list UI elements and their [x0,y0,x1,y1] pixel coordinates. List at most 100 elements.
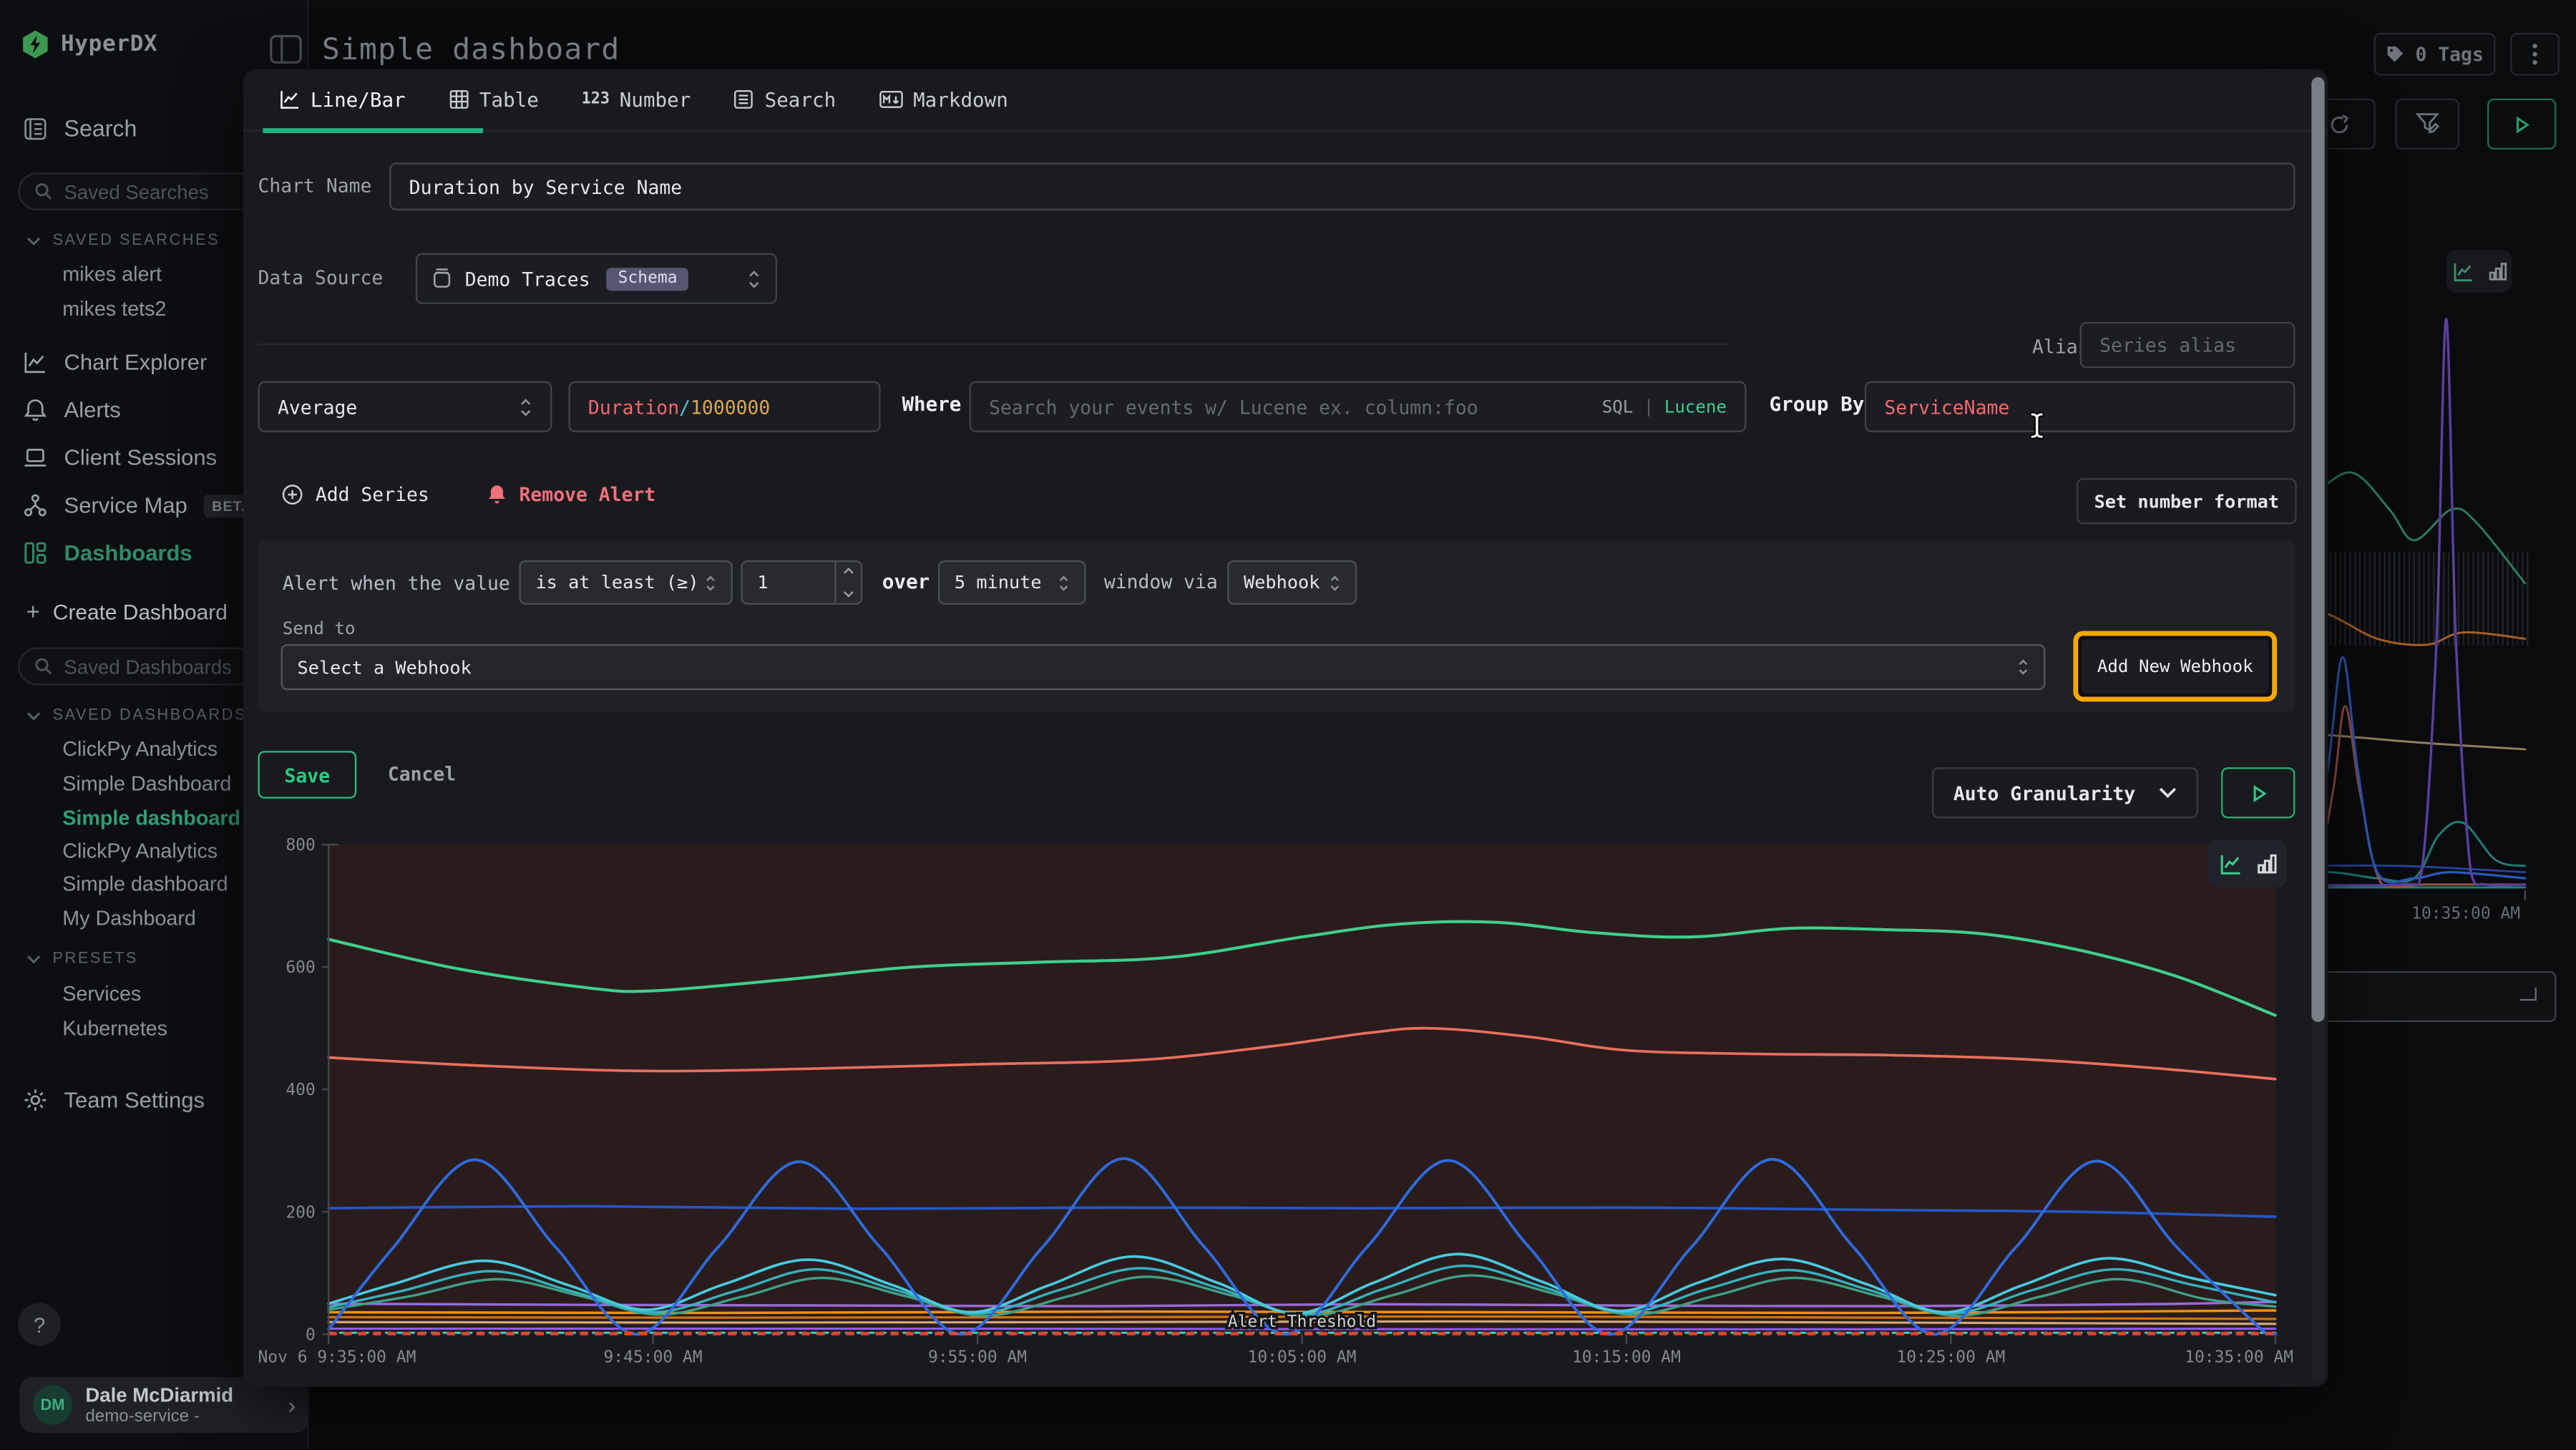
chart-editor-modal: Line/Bar Table 123 Number Search Markdow… [243,69,2328,1386]
saved-searches-placeholder: Saved Searches [64,180,209,203]
logo[interactable]: HyperDX [21,29,158,59]
run-query-button[interactable] [2487,99,2556,150]
tab-line-bar[interactable]: Line/Bar [279,88,405,111]
alias-input[interactable]: Series alias [2080,322,2296,368]
sidebar-item-label: Search [64,115,137,142]
sidebar-item-team-settings[interactable]: Team Settings [23,1088,205,1112]
sidebar-item-chart-explorer[interactable]: Chart Explorer [23,350,207,374]
play-icon [2512,115,2532,135]
preview-run-button[interactable] [2221,767,2295,818]
svg-text:Nov 6 9:35:00 AM: Nov 6 9:35:00 AM [258,1348,416,1366]
saved-searches-header[interactable]: SAVED SEARCHES [26,232,220,250]
cancel-button[interactable]: Cancel [388,762,456,785]
sidebar-item-client-sessions[interactable]: Client Sessions [23,445,217,469]
background-chart-dense-band [2330,552,2529,646]
chevron-down-icon [26,954,42,964]
where-search-input[interactable]: Search your events w/ Lucene ex. column:… [970,381,1747,432]
sidebar-item-dashboards[interactable]: Dashboards [23,540,192,565]
svg-text:9:45:00 AM: 9:45:00 AM [604,1348,703,1366]
svg-text:10:05:00 AM: 10:05:00 AM [1248,1348,1357,1366]
filter-button[interactable] [2395,99,2459,150]
laptop-icon [23,445,47,469]
over-label: over [882,570,930,593]
dashboard-item[interactable]: My Dashboard [62,907,196,930]
svg-text:Alert Threshold: Alert Threshold [1228,1313,1376,1331]
set-number-format-button[interactable]: Set number format [2077,478,2297,524]
tab-markdown[interactable]: Markdown [879,88,1008,111]
saved-search-item[interactable]: mikes alert [62,263,162,286]
preset-item[interactable]: Kubernetes [62,1017,167,1040]
database-icon [432,268,452,289]
select-chevrons-icon [705,573,716,593]
webhook-select[interactable]: Select a Webhook [281,644,2046,690]
alert-operator-select[interactable]: is at least (≥) [519,560,733,605]
create-dashboard-button[interactable]: + Create Dashboard [26,598,228,625]
dashboard-item[interactable]: ClickPy Analytics [62,738,218,761]
group-by-label: Group By [1770,393,1865,416]
resize-handle[interactable] [2520,988,2537,1001]
select-chevrons-icon [2017,657,2029,677]
tab-number[interactable]: 123 Number [582,88,691,111]
modal-scrollbar[interactable] [2311,74,2324,1382]
aggregation-function-select[interactable]: Average [258,381,552,432]
sidebar-item-search[interactable]: Search [23,115,137,142]
kebab-menu-button[interactable] [2510,33,2560,76]
divider [258,344,1728,345]
svg-text:10:15:00 AM: 10:15:00 AM [1572,1348,1681,1366]
svg-text:0: 0 [306,1325,316,1344]
dashboard-item[interactable]: ClickPy Analytics [62,840,218,862]
user-name: Dale McDiarmid [85,1384,233,1406]
alert-channel-select[interactable]: Webhook [1227,560,1357,605]
chart-name-input[interactable]: Duration by Service Name [389,162,2295,210]
save-button[interactable]: Save [258,751,356,799]
sidebar-item-alerts[interactable]: Alerts [23,398,121,422]
avatar: DM [33,1385,72,1424]
sidebar-collapse-button[interactable] [268,31,304,68]
tab-search[interactable]: Search [733,88,836,111]
modal-scrollbar-thumb[interactable] [2311,77,2324,1022]
bar-chart-icon [2488,261,2506,281]
preset-item[interactable]: Services [62,983,141,1006]
saved-dashboards-header[interactable]: SAVED DASHBOARDS [26,706,247,724]
svg-text:200: 200 [286,1203,315,1222]
help-button[interactable]: ? [18,1303,61,1346]
query-language-toggle[interactable]: SQL | Lucene [1602,396,1727,417]
line-chart-icon [279,89,301,110]
add-series-button[interactable]: Add Series [281,483,429,506]
alert-prefix-label: Alert when the value [283,572,510,595]
add-new-webhook-highlight: Add New Webhook [2073,631,2277,702]
add-new-webhook-button[interactable]: Add New Webhook [2082,639,2269,694]
tags-button[interactable]: 0 Tags [2374,33,2496,76]
line-chart-icon [2219,852,2242,875]
chart-explorer-icon [23,350,47,374]
gear-icon [23,1088,47,1112]
dashboard-item[interactable]: Simple dashboard [62,872,228,895]
alert-threshold-input[interactable]: 1 [741,560,862,605]
saved-search-item[interactable]: mikes tets2 [62,298,166,321]
sidebar-item-service-map[interactable]: Service Map BETA [23,493,260,517]
presets-header[interactable]: PRESETS [26,950,138,968]
active-tab-underline [263,128,483,132]
alert-window-select[interactable]: 5 minute [938,560,1086,605]
svg-text:600: 600 [286,958,315,977]
dashboard-item[interactable]: Simple Dashboard [62,772,231,795]
remove-alert-button[interactable]: Remove Alert [487,483,656,506]
dashboard-item-active[interactable]: Simple dashboard [62,807,240,829]
select-chevrons-icon [1329,573,1340,593]
granularity-select[interactable]: Auto Granularity [1932,767,2198,818]
page-title: Simple dashboard [322,33,620,67]
data-source-select[interactable]: Demo Traces Schema [416,253,777,304]
schema-badge: Schema [607,267,689,290]
plus-icon: + [26,598,40,625]
tag-icon [2386,44,2406,64]
number-stepper[interactable] [834,562,861,603]
service-map-icon [23,493,47,517]
dashboards-grid-icon [23,540,47,565]
tab-table[interactable]: Table [448,88,539,111]
group-by-input[interactable]: ServiceName [1865,381,2296,432]
background-chart-type-toggle[interactable] [2446,250,2512,293]
chart-type-toggle[interactable] [2208,840,2287,887]
chevron-down-icon [26,711,42,721]
aggregation-expression-input[interactable]: Duration/1000000 [568,381,880,432]
editor-tabs: Line/Bar Table 123 Number Search Markdow… [243,69,2328,131]
